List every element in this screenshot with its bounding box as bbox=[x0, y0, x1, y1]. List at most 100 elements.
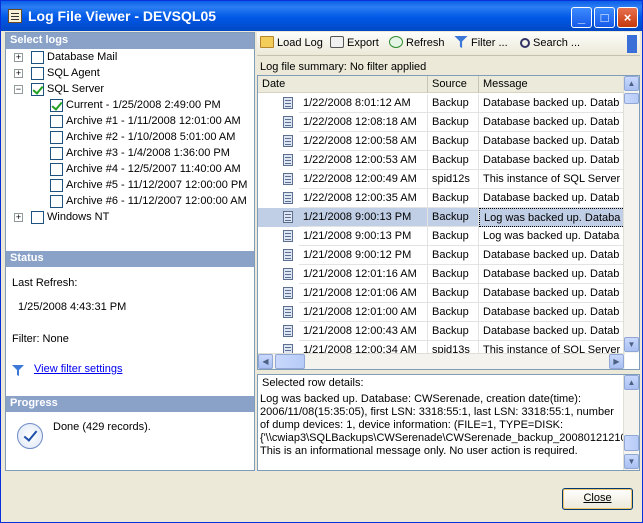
cell-source: Backup bbox=[428, 322, 479, 341]
left-pane: Select logs + Database Mail + SQL Agent − SQL… bbox=[5, 32, 255, 471]
tree-node-label: Archive #1 - 1/11/2008 12:01:00 AM bbox=[66, 115, 241, 127]
toolbar: Load Log Export Refresh Filter ... Searc… bbox=[257, 32, 640, 56]
expander-icon[interactable]: + bbox=[14, 213, 23, 222]
table-row[interactable]: 1/21/2008 9:00:12 PM Backup Database backe… bbox=[258, 246, 625, 265]
log-entry-icon bbox=[283, 135, 293, 147]
details-scroll-up-button[interactable]: ▲ bbox=[624, 375, 639, 390]
table-row[interactable]: 1/22/2008 12:00:53 AM Backup Database back… bbox=[258, 151, 625, 170]
tree-node-label: SQL Server bbox=[47, 83, 105, 95]
log-checkbox[interactable] bbox=[31, 67, 44, 80]
hscroll-thumb[interactable] bbox=[275, 354, 305, 369]
cell-date: 1/22/2008 12:00:58 AM bbox=[299, 132, 428, 151]
cell-message: Database backed up. Datab bbox=[479, 303, 625, 322]
tree-node[interactable]: − SQL Server bbox=[6, 82, 254, 98]
cell-message: Database backed up. Datab bbox=[479, 265, 625, 284]
cell-message: This instance of SQL Server bbox=[479, 170, 625, 189]
tree-node[interactable]: Archive #5 - 11/12/2007 12:00:00 PM bbox=[6, 178, 254, 194]
table-row[interactable]: 1/22/2008 12:00:58 AM Backup Database back… bbox=[258, 132, 625, 151]
minimize-button[interactable]: _ bbox=[571, 7, 592, 28]
table-row[interactable]: 1/22/2008 8:01:12 AM Backup Database backe… bbox=[258, 94, 625, 113]
scroll-thumb[interactable] bbox=[624, 93, 639, 104]
scroll-up-button[interactable]: ▲ bbox=[624, 76, 639, 91]
log-grid[interactable]: Date Source Message 1/22/2008 8:01:12 AM… bbox=[257, 75, 640, 370]
column-source[interactable]: Source bbox=[428, 76, 479, 93]
tree-node[interactable]: Archive #2 - 1/10/2008 5:01:00 AM bbox=[6, 130, 254, 146]
column-date[interactable]: Date bbox=[258, 76, 428, 93]
tree-node-label: Archive #3 - 1/4/2008 1:36:00 PM bbox=[66, 147, 230, 159]
table-row[interactable]: 1/21/2008 12:01:00 AM Backup Database back… bbox=[258, 303, 625, 322]
table-row[interactable]: 1/21/2008 12:01:06 AM Backup Database back… bbox=[258, 284, 625, 303]
export-button[interactable]: Export bbox=[330, 36, 379, 52]
window-title: Log File Viewer - DEVSQL05 bbox=[28, 8, 217, 24]
table-row[interactable]: 1/21/2008 9:00:13 PM Backup Log was backed… bbox=[258, 227, 625, 246]
log-entry-icon bbox=[283, 287, 293, 299]
status-header: Status bbox=[6, 251, 254, 267]
details-scroll-thumb[interactable] bbox=[624, 435, 639, 451]
details-text[interactable]: Log was backed up. Database: CWSerenade,… bbox=[260, 393, 639, 458]
toolbar-overflow-chevron[interactable] bbox=[627, 35, 637, 53]
log-checkbox[interactable] bbox=[31, 51, 44, 64]
cell-message: Database backed up. Datab bbox=[479, 246, 625, 265]
cell-source: Backup bbox=[428, 132, 479, 151]
log-viewer-app-icon bbox=[8, 9, 22, 23]
tree-node[interactable]: Archive #4 - 12/5/2007 11:40:00 AM bbox=[6, 162, 254, 178]
log-checkbox[interactable] bbox=[50, 131, 63, 144]
table-row[interactable]: 1/22/2008 12:00:49 AM spid12s This instanc… bbox=[258, 170, 625, 189]
cell-source: Backup bbox=[428, 303, 479, 322]
table-row[interactable]: 1/22/2008 12:00:35 AM Backup Database back… bbox=[258, 189, 625, 208]
tree-node[interactable]: + Database Mail bbox=[6, 50, 254, 66]
tree-node-label: Archive #6 - 11/12/2007 12:00:00 AM bbox=[66, 195, 247, 207]
tree-node[interactable]: + Windows NT bbox=[6, 210, 254, 226]
cell-message: Database backed up. Datab bbox=[479, 132, 625, 151]
last-refresh-value: 1/25/2008 4:43:31 PM bbox=[18, 301, 127, 313]
log-checkbox[interactable] bbox=[50, 115, 63, 128]
view-filter-settings-link[interactable]: View filter settings bbox=[34, 363, 122, 375]
filter-icon bbox=[12, 365, 24, 376]
tree-node[interactable]: Archive #3 - 1/4/2008 1:36:00 PM bbox=[6, 146, 254, 162]
expander-icon[interactable]: − bbox=[14, 85, 23, 94]
close-button[interactable]: Close bbox=[562, 488, 633, 510]
cell-source: Backup bbox=[428, 227, 479, 246]
expander-icon[interactable]: + bbox=[14, 53, 23, 62]
tree-node[interactable]: + SQL Agent bbox=[6, 66, 254, 82]
filter-status: Filter: None bbox=[12, 333, 69, 345]
grid-vertical-scrollbar[interactable]: ▲ ▼ bbox=[623, 76, 639, 353]
filter-button[interactable]: Filter ... bbox=[454, 36, 508, 52]
log-checkbox[interactable] bbox=[50, 163, 63, 176]
log-checkbox[interactable] bbox=[31, 83, 44, 96]
load-log-button[interactable]: Load Log bbox=[260, 36, 323, 52]
tree-node[interactable]: Current - 1/25/2008 2:49:00 PM bbox=[6, 98, 254, 114]
cell-message: Database backed up. Datab bbox=[479, 189, 625, 208]
tree-node[interactable]: Archive #6 - 11/12/2007 12:00:00 AM bbox=[6, 194, 254, 210]
log-checkbox[interactable] bbox=[50, 147, 63, 160]
tree-node[interactable]: Archive #1 - 1/11/2008 12:01:00 AM bbox=[6, 114, 254, 130]
grid-horizontal-scrollbar[interactable]: ◀ ▶ bbox=[258, 353, 625, 369]
log-checkbox[interactable] bbox=[50, 179, 63, 192]
scroll-right-button[interactable]: ▶ bbox=[609, 354, 624, 369]
maximize-button[interactable]: □ bbox=[594, 7, 615, 28]
column-message[interactable]: Message bbox=[479, 76, 625, 93]
log-checkbox[interactable] bbox=[50, 195, 63, 208]
search-icon bbox=[520, 38, 530, 48]
cell-message: Log was backed up. Databa bbox=[479, 227, 625, 246]
search-button[interactable]: Search ... bbox=[520, 36, 580, 52]
cell-message: Database backed up. Datab bbox=[479, 113, 625, 132]
table-row[interactable]: 1/22/2008 12:08:18 AM Backup Database back… bbox=[258, 113, 625, 132]
table-row[interactable]: 1/21/2008 12:01:16 AM Backup Database back… bbox=[258, 265, 625, 284]
log-entry-icon bbox=[283, 306, 293, 318]
close-window-button[interactable]: × bbox=[617, 7, 638, 28]
title-bar[interactable]: Log File Viewer - DEVSQL05 _ □ × bbox=[1, 1, 642, 31]
details-scrollbar[interactable]: ▲ ▼ bbox=[623, 375, 639, 470]
scroll-down-button[interactable]: ▼ bbox=[624, 337, 639, 352]
log-checkbox[interactable] bbox=[31, 211, 44, 224]
refresh-label: Refresh bbox=[406, 37, 445, 49]
refresh-button[interactable]: Refresh bbox=[389, 36, 445, 52]
log-tree: + Database Mail + SQL Agent − SQL Server Curre… bbox=[6, 50, 254, 250]
table-row[interactable]: 1/21/2008 12:00:43 AM Backup Database back… bbox=[258, 322, 625, 341]
log-checkbox[interactable] bbox=[50, 99, 63, 112]
tree-node-label: Archive #4 - 12/5/2007 11:40:00 AM bbox=[66, 163, 241, 175]
scroll-left-button[interactable]: ◀ bbox=[258, 354, 273, 369]
details-scroll-down-button[interactable]: ▼ bbox=[624, 454, 639, 469]
expander-icon[interactable]: + bbox=[14, 69, 23, 78]
table-row[interactable]: 1/21/2008 9:00:13 PM Backup Log was backed… bbox=[258, 208, 625, 227]
